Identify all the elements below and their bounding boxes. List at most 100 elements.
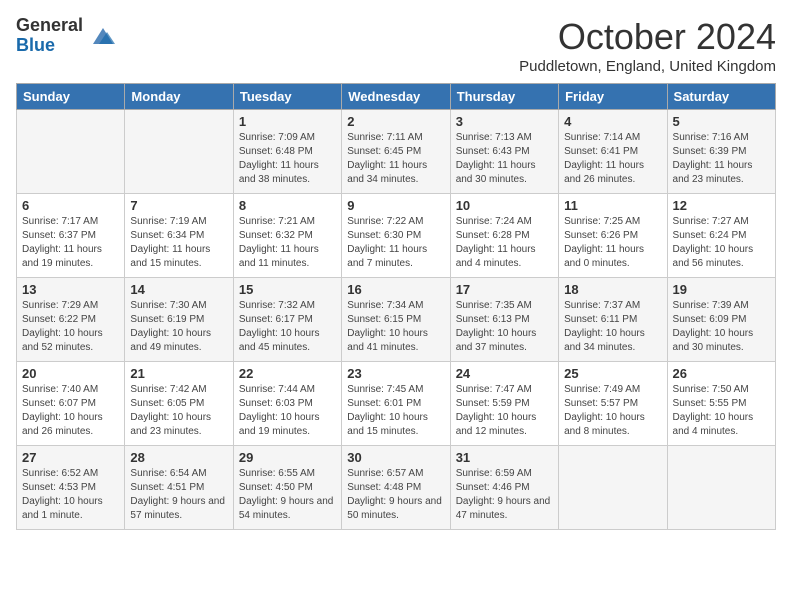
- sunset: Sunset: 4:53 PM: [22, 482, 96, 493]
- sunset: Sunset: 6:28 PM: [456, 230, 530, 241]
- day-number: 30: [347, 450, 444, 465]
- day-info: Sunrise: 7:49 AM Sunset: 5:57 PM Dayligh…: [564, 383, 661, 439]
- calendar-cell: 16 Sunrise: 7:34 AM Sunset: 6:15 PM Dayl…: [342, 278, 450, 362]
- calendar-header-friday: Friday: [559, 84, 667, 110]
- sunrise: Sunrise: 7:11 AM: [347, 132, 422, 143]
- daylight: Daylight: 9 hours and 50 minutes.: [347, 496, 442, 521]
- sunset: Sunset: 6:22 PM: [22, 314, 96, 325]
- day-info: Sunrise: 7:30 AM Sunset: 6:19 PM Dayligh…: [130, 299, 227, 355]
- day-info: Sunrise: 7:22 AM Sunset: 6:30 PM Dayligh…: [347, 215, 444, 271]
- daylight: Daylight: 11 hours and 38 minutes.: [239, 160, 319, 185]
- calendar-week-row: 13 Sunrise: 7:29 AM Sunset: 6:22 PM Dayl…: [17, 278, 776, 362]
- day-info: Sunrise: 7:35 AM Sunset: 6:13 PM Dayligh…: [456, 299, 553, 355]
- daylight: Daylight: 10 hours and 26 minutes.: [22, 412, 103, 437]
- calendar-cell: 11 Sunrise: 7:25 AM Sunset: 6:26 PM Dayl…: [559, 194, 667, 278]
- sunset: Sunset: 6:39 PM: [673, 146, 747, 157]
- logo-general: General: [16, 16, 83, 36]
- sunrise: Sunrise: 7:39 AM: [673, 300, 749, 311]
- daylight: Daylight: 10 hours and 52 minutes.: [22, 328, 103, 353]
- sunset: Sunset: 5:57 PM: [564, 398, 638, 409]
- sunset: Sunset: 6:26 PM: [564, 230, 638, 241]
- sunset: Sunset: 4:46 PM: [456, 482, 530, 493]
- day-number: 27: [22, 450, 119, 465]
- sunrise: Sunrise: 7:34 AM: [347, 300, 423, 311]
- sunrise: Sunrise: 6:55 AM: [239, 468, 315, 479]
- daylight: Daylight: 10 hours and 45 minutes.: [239, 328, 320, 353]
- calendar-header-thursday: Thursday: [450, 84, 558, 110]
- day-info: Sunrise: 7:11 AM Sunset: 6:45 PM Dayligh…: [347, 131, 444, 187]
- sunrise: Sunrise: 7:35 AM: [456, 300, 532, 311]
- calendar-table: SundayMondayTuesdayWednesdayThursdayFrid…: [16, 83, 776, 530]
- day-number: 12: [673, 198, 770, 213]
- sunset: Sunset: 6:34 PM: [130, 230, 204, 241]
- calendar-cell: 18 Sunrise: 7:37 AM Sunset: 6:11 PM Dayl…: [559, 278, 667, 362]
- daylight: Daylight: 10 hours and 12 minutes.: [456, 412, 537, 437]
- sunset: Sunset: 6:19 PM: [130, 314, 204, 325]
- calendar-cell: 15 Sunrise: 7:32 AM Sunset: 6:17 PM Dayl…: [233, 278, 341, 362]
- day-number: 24: [456, 366, 553, 381]
- sunrise: Sunrise: 6:57 AM: [347, 468, 423, 479]
- sunset: Sunset: 6:37 PM: [22, 230, 96, 241]
- calendar-week-row: 1 Sunrise: 7:09 AM Sunset: 6:48 PM Dayli…: [17, 110, 776, 194]
- daylight: Daylight: 9 hours and 54 minutes.: [239, 496, 334, 521]
- sunrise: Sunrise: 7:37 AM: [564, 300, 640, 311]
- day-number: 28: [130, 450, 227, 465]
- day-info: Sunrise: 7:29 AM Sunset: 6:22 PM Dayligh…: [22, 299, 119, 355]
- sunrise: Sunrise: 7:29 AM: [22, 300, 98, 311]
- calendar-cell: 24 Sunrise: 7:47 AM Sunset: 5:59 PM Dayl…: [450, 362, 558, 446]
- sunrise: Sunrise: 7:24 AM: [456, 216, 532, 227]
- day-info: Sunrise: 7:37 AM Sunset: 6:11 PM Dayligh…: [564, 299, 661, 355]
- calendar-cell: [559, 446, 667, 530]
- calendar-cell: [667, 446, 775, 530]
- calendar-cell: [17, 110, 125, 194]
- calendar-cell: 9 Sunrise: 7:22 AM Sunset: 6:30 PM Dayli…: [342, 194, 450, 278]
- day-number: 8: [239, 198, 336, 213]
- daylight: Daylight: 10 hours and 15 minutes.: [347, 412, 428, 437]
- daylight: Daylight: 10 hours and 8 minutes.: [564, 412, 645, 437]
- sunrise: Sunrise: 7:27 AM: [673, 216, 749, 227]
- calendar-cell: 7 Sunrise: 7:19 AM Sunset: 6:34 PM Dayli…: [125, 194, 233, 278]
- calendar-week-row: 6 Sunrise: 7:17 AM Sunset: 6:37 PM Dayli…: [17, 194, 776, 278]
- sunset: Sunset: 5:59 PM: [456, 398, 530, 409]
- calendar-cell: 3 Sunrise: 7:13 AM Sunset: 6:43 PM Dayli…: [450, 110, 558, 194]
- daylight: Daylight: 11 hours and 15 minutes.: [130, 244, 210, 269]
- day-info: Sunrise: 7:25 AM Sunset: 6:26 PM Dayligh…: [564, 215, 661, 271]
- calendar-cell: 19 Sunrise: 7:39 AM Sunset: 6:09 PM Dayl…: [667, 278, 775, 362]
- sunrise: Sunrise: 7:42 AM: [130, 384, 206, 395]
- sunrise: Sunrise: 7:30 AM: [130, 300, 206, 311]
- logo-icon: [89, 22, 117, 50]
- day-number: 5: [673, 114, 770, 129]
- day-number: 7: [130, 198, 227, 213]
- day-number: 29: [239, 450, 336, 465]
- day-info: Sunrise: 6:59 AM Sunset: 4:46 PM Dayligh…: [456, 467, 553, 523]
- daylight: Daylight: 11 hours and 26 minutes.: [564, 160, 644, 185]
- calendar-cell: 30 Sunrise: 6:57 AM Sunset: 4:48 PM Dayl…: [342, 446, 450, 530]
- day-number: 15: [239, 282, 336, 297]
- sunrise: Sunrise: 7:21 AM: [239, 216, 315, 227]
- day-number: 10: [456, 198, 553, 213]
- sunrise: Sunrise: 7:45 AM: [347, 384, 423, 395]
- sunset: Sunset: 6:03 PM: [239, 398, 313, 409]
- calendar-week-row: 27 Sunrise: 6:52 AM Sunset: 4:53 PM Dayl…: [17, 446, 776, 530]
- sunset: Sunset: 6:09 PM: [673, 314, 747, 325]
- sunset: Sunset: 4:48 PM: [347, 482, 421, 493]
- sunset: Sunset: 6:05 PM: [130, 398, 204, 409]
- daylight: Daylight: 11 hours and 34 minutes.: [347, 160, 427, 185]
- calendar-cell: 26 Sunrise: 7:50 AM Sunset: 5:55 PM Dayl…: [667, 362, 775, 446]
- sunset: Sunset: 4:51 PM: [130, 482, 204, 493]
- calendar-cell: [125, 110, 233, 194]
- daylight: Daylight: 11 hours and 23 minutes.: [673, 160, 753, 185]
- calendar-cell: 13 Sunrise: 7:29 AM Sunset: 6:22 PM Dayl…: [17, 278, 125, 362]
- day-number: 14: [130, 282, 227, 297]
- day-info: Sunrise: 7:14 AM Sunset: 6:41 PM Dayligh…: [564, 131, 661, 187]
- daylight: Daylight: 11 hours and 0 minutes.: [564, 244, 644, 269]
- calendar-cell: 6 Sunrise: 7:17 AM Sunset: 6:37 PM Dayli…: [17, 194, 125, 278]
- sunset: Sunset: 6:07 PM: [22, 398, 96, 409]
- day-info: Sunrise: 7:19 AM Sunset: 6:34 PM Dayligh…: [130, 215, 227, 271]
- day-info: Sunrise: 6:52 AM Sunset: 4:53 PM Dayligh…: [22, 467, 119, 523]
- daylight: Daylight: 11 hours and 11 minutes.: [239, 244, 319, 269]
- calendar-cell: 28 Sunrise: 6:54 AM Sunset: 4:51 PM Dayl…: [125, 446, 233, 530]
- daylight: Daylight: 10 hours and 30 minutes.: [673, 328, 754, 353]
- sunrise: Sunrise: 6:59 AM: [456, 468, 532, 479]
- daylight: Daylight: 10 hours and 23 minutes.: [130, 412, 211, 437]
